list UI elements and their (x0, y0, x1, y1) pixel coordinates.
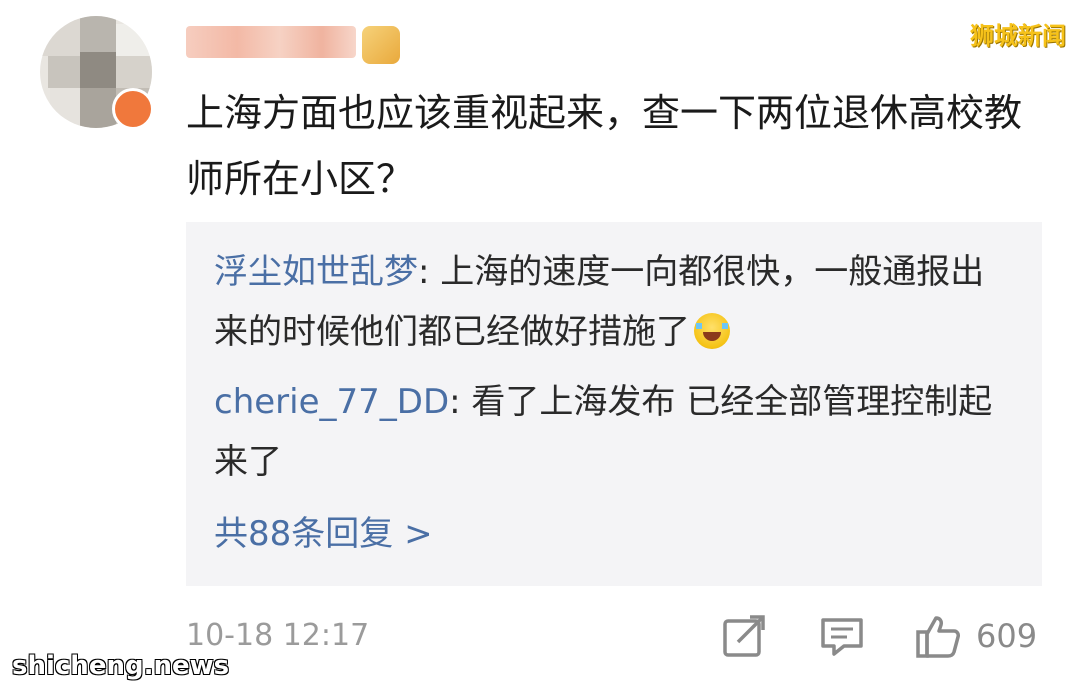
comment-icon (821, 618, 863, 656)
verified-badge-icon (112, 88, 154, 130)
reply-separator: : (449, 382, 472, 422)
level-badge-icon (362, 26, 400, 64)
laugh-cry-emoji-icon (694, 313, 730, 349)
reply-username[interactable]: cherie_77_DD (214, 382, 449, 422)
comment-button[interactable] (818, 612, 866, 660)
view-all-replies-link[interactable]: 共88条回复 > (214, 504, 433, 564)
reply-separator: : (418, 252, 441, 292)
like-button[interactable]: 609 (914, 612, 1054, 660)
thumbs-up-icon (916, 616, 960, 658)
share-button[interactable] (720, 612, 768, 660)
reply-username[interactable]: 浮尘如世乱梦 (214, 252, 418, 292)
reply-box[interactable]: 浮尘如世乱梦: 上海的速度一向都很快，一般通报出来的时候他们都已经做好措施了 c… (186, 222, 1042, 586)
comment-text: 上海方面也应该重视起来，查一下两位退休高校教师所在小区？ (186, 91, 1023, 201)
reply-item[interactable]: 浮尘如世乱梦: 上海的速度一向都很快，一般通报出来的时候他们都已经做好措施了 (214, 242, 1014, 362)
comment-timestamp: 10-18 12:17 (186, 618, 370, 653)
share-icon (723, 615, 765, 657)
reply-item[interactable]: cherie_77_DD: 看了上海发布 已经全部管理控制起来了 (214, 372, 1014, 492)
username-blurred[interactable] (186, 26, 356, 58)
watermark-bottom: shicheng.news (12, 651, 230, 681)
weibo-comment-card: 狮城新闻 上海方面也应该重视起来，查一下两位退休高校教师所在小区？ 浮尘如世乱梦… (0, 0, 1080, 687)
like-count: 609 (976, 617, 1038, 655)
watermark-top: 狮城新闻 (970, 22, 1066, 50)
